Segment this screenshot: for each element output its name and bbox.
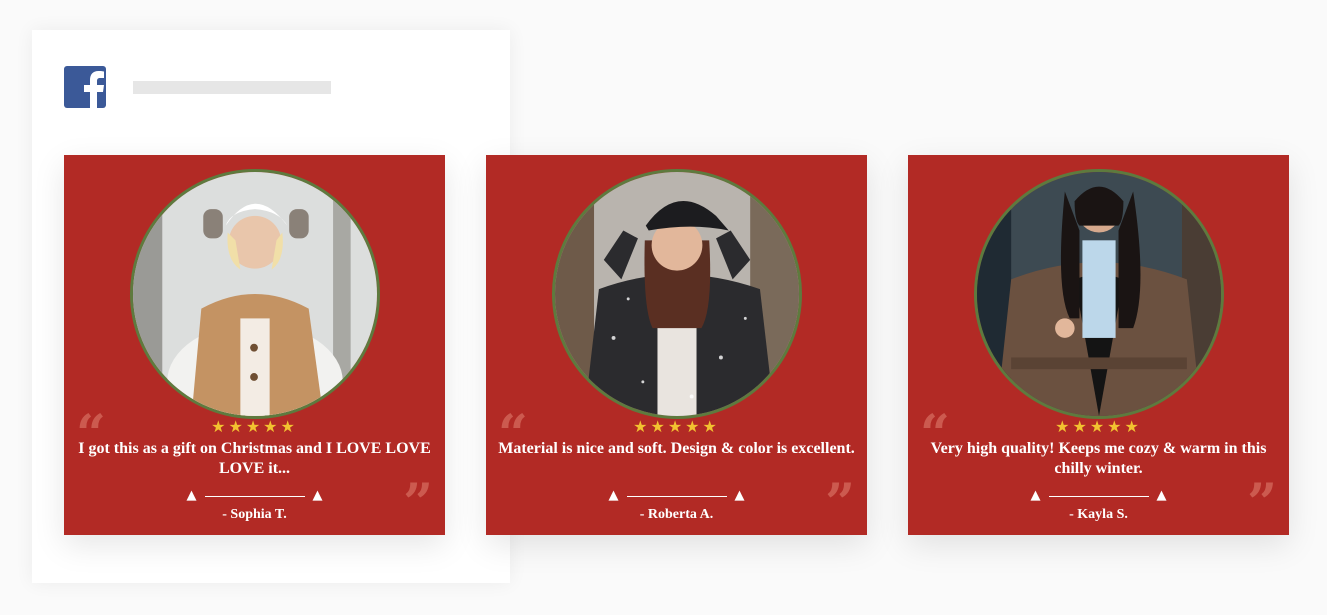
tree-icon: ▲ — [186, 488, 197, 503]
review-card: ★★★★★ “ ” Very high quality! Keeps me co… — [908, 155, 1289, 535]
review-author: - Roberta A. — [639, 507, 714, 522]
review-card: ★★★★★ “ ” Material is nice and soft. Des… — [486, 155, 867, 535]
tree-divider: ▲ ▲ — [908, 488, 1289, 504]
divider-line — [626, 495, 727, 497]
star-rating: ★★★★★ — [1055, 417, 1142, 436]
woman-black-jacket-photo — [552, 169, 802, 419]
tree-icon: ▲ — [734, 488, 745, 503]
facebook-icon[interactable] — [64, 66, 106, 108]
divider-line — [1048, 495, 1149, 497]
tree-icon: ▲ — [608, 488, 619, 503]
review-author: - Kayla S. — [1069, 507, 1128, 522]
profile-name-placeholder — [133, 81, 331, 94]
woman-tan-coat-photo — [130, 169, 380, 419]
tree-icon: ▲ — [312, 488, 323, 503]
divider-line — [204, 495, 305, 497]
review-text: Material is nice and soft. Design & colo… — [498, 440, 855, 457]
tree-icon: ▲ — [1156, 488, 1167, 503]
review-text: I got this as a gift on Christmas and I … — [78, 440, 431, 477]
review-text: Very high quality! Keeps me cozy & warm … — [930, 440, 1267, 477]
star-rating: ★★★★★ — [211, 417, 298, 436]
tree-divider: ▲ ▲ — [486, 488, 867, 504]
woman-brown-coat-photo — [974, 169, 1224, 419]
review-card: ★★★★★ “ ” I got this as a gift on Christ… — [64, 155, 445, 535]
star-rating: ★★★★★ — [633, 417, 720, 436]
tree-divider: ▲ ▲ — [64, 488, 445, 504]
tree-icon: ▲ — [1030, 488, 1041, 503]
review-author: - Sophia T. — [222, 507, 287, 522]
